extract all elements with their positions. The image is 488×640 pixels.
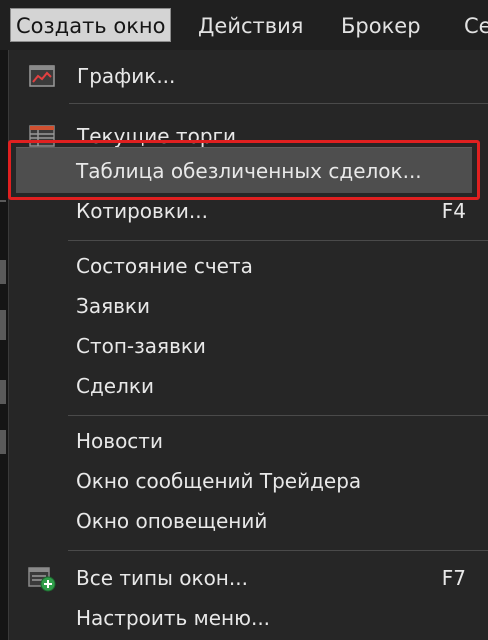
menu-service-truncated[interactable]: Се xyxy=(464,12,488,42)
menu-item-trades[interactable]: Сделки xyxy=(8,366,488,406)
menu-item-label: Новости xyxy=(76,429,163,453)
background-window-edge xyxy=(0,50,8,640)
menu-item-label: Таблица обезличенных сделок... xyxy=(76,159,422,183)
menu-item-label: Окно сообщений Трейдера xyxy=(76,469,362,493)
menu-item-label: Заявки xyxy=(76,294,150,318)
background-mark xyxy=(0,200,6,202)
shortcut-f7: F7 xyxy=(441,566,466,590)
separator xyxy=(68,415,488,416)
background-mark xyxy=(0,260,6,284)
background-mark xyxy=(0,310,6,340)
menu-item-label: Стоп-заявки xyxy=(76,334,206,358)
menu-item-customize-menu[interactable]: Настроить меню... xyxy=(8,598,488,638)
menu-item-chart[interactable]: График... xyxy=(9,56,488,96)
chart-icon xyxy=(29,64,55,88)
menu-item-account-state[interactable]: Состояние счета xyxy=(8,246,488,286)
menu-item-label: График... xyxy=(77,64,176,88)
menu-item-label: Сделки xyxy=(76,374,154,398)
menu-item-label: Все типы окон... xyxy=(76,566,248,590)
background-mark xyxy=(0,430,6,454)
menu-item-label: Состояние счета xyxy=(76,254,253,278)
separator xyxy=(68,550,488,551)
menu-item-label: Окно оповещений xyxy=(76,509,268,533)
menubar: Создать окно Действия Брокер Се xyxy=(0,0,488,51)
menu-actions[interactable]: Действия xyxy=(198,12,303,42)
menu-item-stop-orders[interactable]: Стоп-заявки xyxy=(8,326,488,366)
menu-item-trader-messages[interactable]: Окно сообщений Трейдера xyxy=(8,461,488,501)
separator xyxy=(69,103,488,104)
menu-create-window[interactable]: Создать окно xyxy=(10,8,172,42)
menu-item-label: Настроить меню... xyxy=(76,606,271,630)
menu-item-notifications[interactable]: Окно оповещений xyxy=(8,501,488,541)
menu-broker[interactable]: Брокер xyxy=(341,12,421,42)
add-window-icon xyxy=(28,566,56,592)
background-mark xyxy=(0,380,6,404)
separator xyxy=(68,240,488,241)
shortcut-f4: F4 xyxy=(441,199,466,223)
menu-item-orders[interactable]: Заявки xyxy=(8,286,488,326)
menu-item-news[interactable]: Новости xyxy=(8,421,488,461)
menu-item-anonymous-trades[interactable]: Таблица обезличенных сделок... xyxy=(8,151,488,191)
menu-item-label: Котировки... xyxy=(76,199,208,223)
menu-item-quotes[interactable]: Котировки... F4 xyxy=(8,191,488,231)
menu-item-all-window-types[interactable]: Все типы окон... F7 xyxy=(8,558,488,598)
